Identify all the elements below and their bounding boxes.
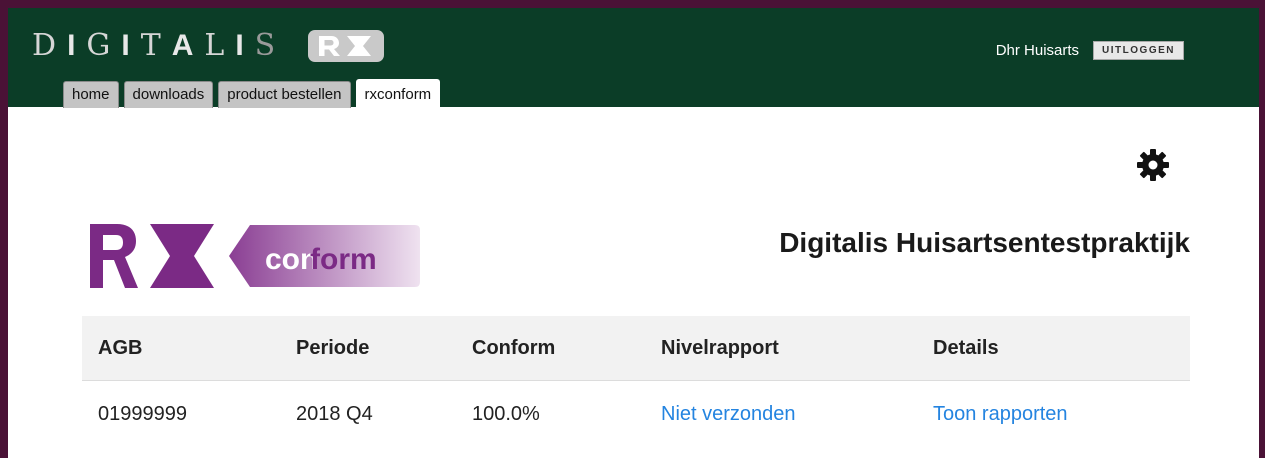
user-name: Dhr Huisarts xyxy=(995,42,1080,59)
practice-title: Digitalis Huisartsentestpraktijk xyxy=(779,227,1190,258)
tab-bar: home downloads product bestellen rxconfo… xyxy=(63,79,445,108)
header-details: Details xyxy=(933,337,999,359)
cell-conform: 100.0% xyxy=(472,403,540,425)
logo-wordmark: D I G I T A L I S xyxy=(32,31,286,61)
gear-icon[interactable] xyxy=(1135,147,1171,188)
tab-downloads[interactable]: downloads xyxy=(123,81,214,108)
rxconform-logo: con form xyxy=(90,224,420,295)
table-row: 01999999 2018 Q4 100.0% Niet verzonden T… xyxy=(82,381,1190,445)
cell-agb: 01999999 xyxy=(98,403,187,425)
header-conform: Conform xyxy=(472,337,556,359)
table-header-row: AGB Periode Conform Nivelrapport Details xyxy=(82,316,1190,381)
cell-periode: 2018 Q4 xyxy=(296,403,373,425)
tab-rxconform[interactable]: rxconform xyxy=(355,79,441,108)
logout-button[interactable]: UITLOGGEN xyxy=(1093,41,1184,60)
rx-badge-icon xyxy=(308,30,385,62)
niet-verzonden-link[interactable]: Niet verzonden xyxy=(661,403,796,426)
logo-letter: L xyxy=(204,28,225,63)
digitalis-logo[interactable]: D I G I T A L I S xyxy=(32,26,385,66)
app-frame: D I G I T A L I S Dhr Huisarts UITLOGGEN xyxy=(8,8,1259,458)
tab-home[interactable]: home xyxy=(63,81,119,108)
logo-letter: A xyxy=(171,29,194,62)
user-area: Dhr Huisarts UITLOGGEN xyxy=(996,41,1184,60)
logo-word-form: form xyxy=(310,243,377,276)
header-periode: Periode xyxy=(296,337,370,359)
logo-letter: I xyxy=(121,29,130,62)
logo-letter: S xyxy=(254,28,276,63)
header-agb: AGB xyxy=(98,337,143,359)
logo-letter: I xyxy=(235,29,244,62)
rxconform-logo-graphic: con form xyxy=(90,224,420,288)
header-nivelrapport: Nivelrapport xyxy=(661,337,779,359)
top-header: D I G I T A L I S Dhr Huisarts UITLOGGEN xyxy=(8,8,1259,108)
rx-badge-glyph xyxy=(319,36,372,56)
gear-icon-glyph xyxy=(1137,149,1169,181)
logo-letter: D xyxy=(32,28,57,63)
results-table: AGB Periode Conform Nivelrapport Details… xyxy=(82,316,1190,445)
logo-letter: T xyxy=(140,28,161,63)
logo-letter: G xyxy=(86,28,111,63)
logo-letter: I xyxy=(67,29,76,62)
toon-rapporten-link[interactable]: Toon rapporten xyxy=(933,403,1068,426)
tab-product-bestellen[interactable]: product bestellen xyxy=(218,81,351,108)
